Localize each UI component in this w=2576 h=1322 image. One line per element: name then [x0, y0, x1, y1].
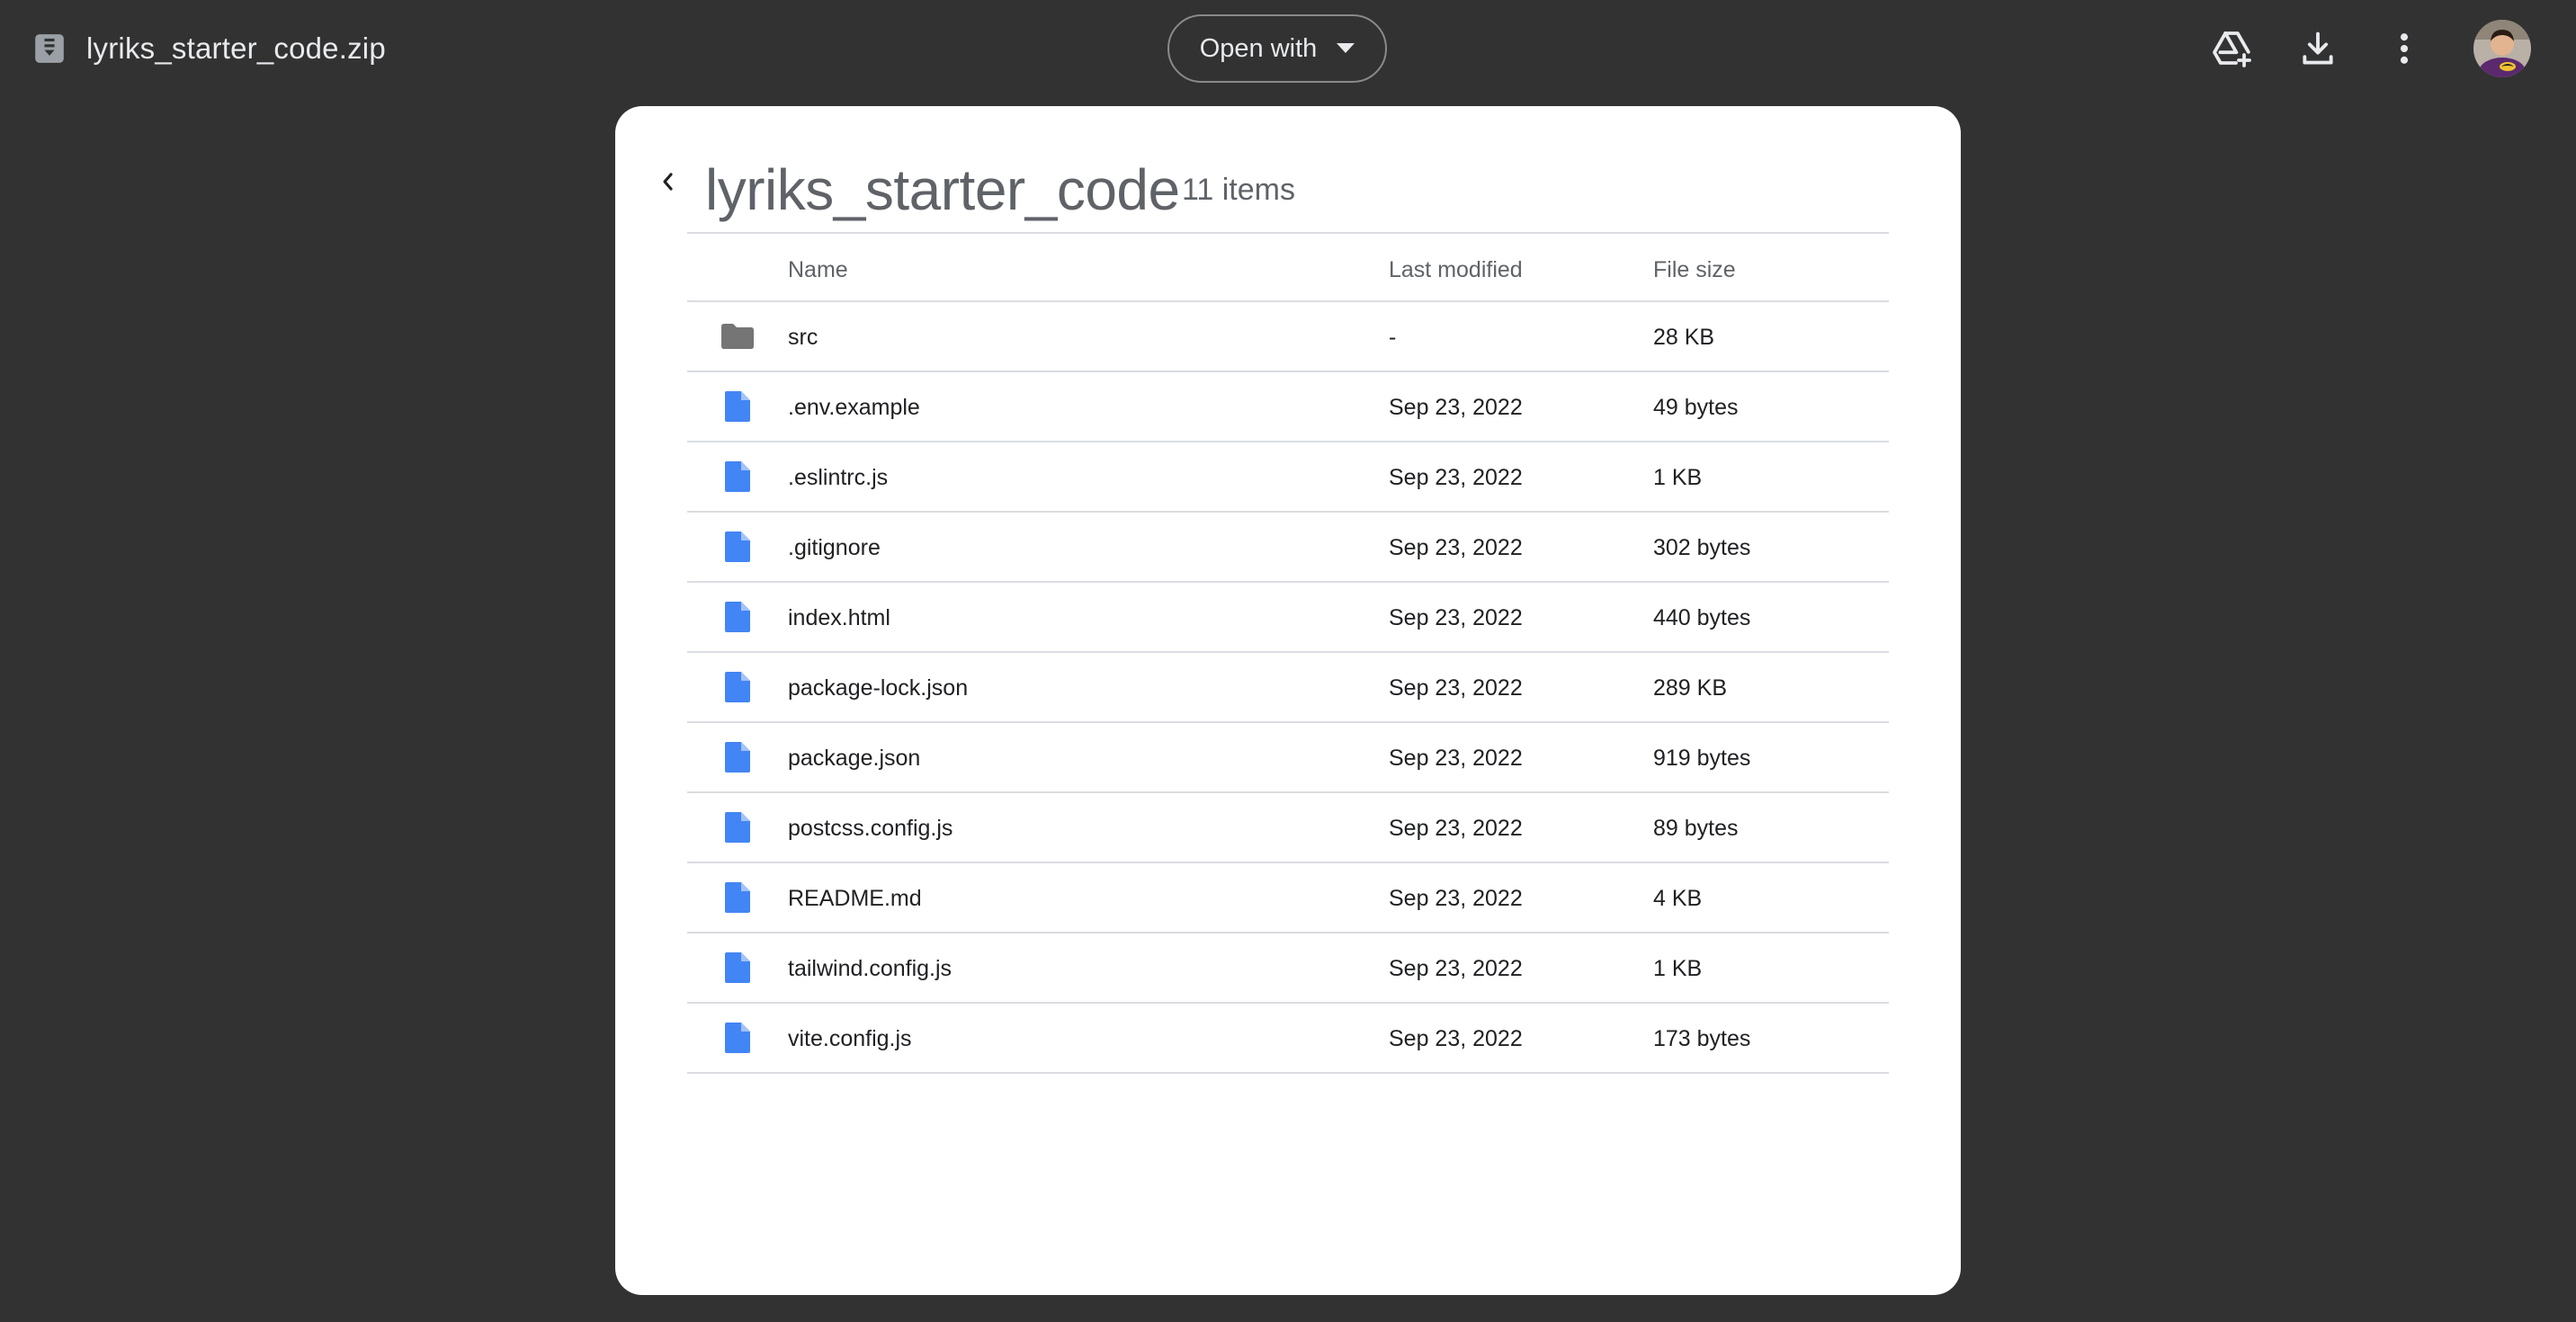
file-icon — [720, 391, 756, 422]
viewer-toolbar: lyriks_starter_code.zip Open with — [0, 0, 2576, 97]
table-row[interactable]: vite.config.js Sep 23, 2022 173 bytes — [687, 1004, 1889, 1074]
item-count: 11 items — [1182, 173, 1295, 207]
row-last-modified: Sep 23, 2022 — [1389, 886, 1523, 911]
row-last-modified: Sep 23, 2022 — [1389, 395, 1523, 420]
table-row[interactable]: src - 28 KB — [687, 302, 1889, 372]
row-last-modified: Sep 23, 2022 — [1389, 675, 1523, 701]
table-row[interactable]: index.html Sep 23, 2022 440 bytes — [687, 583, 1889, 653]
file-icon — [720, 882, 756, 913]
row-file-size: 4 KB — [1653, 886, 1703, 911]
file-icon — [720, 812, 756, 843]
table-header: Name Last modified File size — [687, 232, 1889, 302]
file-title: lyriks_starter_code.zip — [32, 27, 386, 70]
row-name: src — [788, 325, 818, 350]
open-with-label: Open with — [1199, 33, 1318, 63]
open-with-button[interactable]: Open with — [1167, 14, 1387, 83]
row-name: package-lock.json — [788, 675, 969, 701]
account-avatar[interactable] — [2473, 20, 2531, 77]
row-name: .eslintrc.js — [788, 465, 889, 490]
row-name: vite.config.js — [788, 1026, 912, 1051]
row-file-size: 1 KB — [1653, 956, 1703, 981]
table-row[interactable]: .gitignore Sep 23, 2022 302 bytes — [687, 513, 1889, 583]
row-last-modified: Sep 23, 2022 — [1389, 605, 1523, 630]
table-row[interactable]: package-lock.json Sep 23, 2022 289 KB — [687, 653, 1889, 723]
folder-title: lyriks_starter_code — [705, 157, 1180, 222]
file-name: lyriks_starter_code.zip — [86, 31, 386, 65]
back-icon[interactable] — [651, 165, 684, 198]
file-icon — [720, 742, 756, 773]
table-row[interactable]: .env.example Sep 23, 2022 49 bytes — [687, 372, 1889, 442]
row-file-size: 302 bytes — [1653, 535, 1751, 560]
file-table: Name Last modified File size src - 28 KB .e… — [687, 232, 1889, 1074]
row-file-size: 440 bytes — [1653, 605, 1751, 630]
archive-file-icon — [35, 34, 64, 63]
row-file-size: 28 KB — [1653, 325, 1715, 350]
row-last-modified: Sep 23, 2022 — [1389, 465, 1523, 490]
table-row[interactable]: README.md Sep 23, 2022 4 KB — [687, 863, 1889, 933]
table-row[interactable]: postcss.config.js Sep 23, 2022 89 bytes — [687, 793, 1889, 863]
row-last-modified: Sep 23, 2022 — [1389, 816, 1523, 841]
row-name: .gitignore — [788, 535, 881, 560]
file-icon — [720, 1023, 756, 1053]
archive-contents-panel: lyriks_starter_code 11 items Name Last m… — [615, 106, 1961, 1295]
row-name: package.json — [788, 746, 921, 771]
add-to-drive-icon[interactable] — [2208, 25, 2255, 72]
row-name: postcss.config.js — [788, 816, 953, 841]
file-icon — [720, 461, 756, 492]
row-file-size: 919 bytes — [1653, 746, 1751, 771]
caret-down-icon — [1337, 43, 1355, 53]
column-header-file-size[interactable]: File size — [1653, 257, 1736, 283]
row-file-size: 1 KB — [1653, 465, 1703, 490]
row-last-modified: - — [1389, 325, 1397, 350]
file-icon — [720, 602, 756, 632]
row-name: index.html — [788, 605, 890, 630]
folder-icon — [720, 321, 756, 352]
row-file-size: 173 bytes — [1653, 1026, 1751, 1051]
row-last-modified: Sep 23, 2022 — [1389, 746, 1523, 771]
row-name: tailwind.config.js — [788, 956, 953, 981]
row-last-modified: Sep 23, 2022 — [1389, 1026, 1523, 1051]
row-name: .env.example — [788, 395, 920, 420]
download-icon[interactable] — [2294, 25, 2341, 72]
row-last-modified: Sep 23, 2022 — [1389, 535, 1523, 560]
table-body: src - 28 KB .env.example Sep 23, 2022 49 byte… — [687, 302, 1889, 1074]
file-icon — [720, 952, 756, 983]
row-file-size: 89 bytes — [1653, 816, 1739, 841]
table-row[interactable]: package.json Sep 23, 2022 919 bytes — [687, 723, 1889, 793]
column-header-name[interactable]: Name — [788, 257, 848, 283]
row-file-size: 49 bytes — [1653, 395, 1739, 420]
more-options-icon[interactable] — [2381, 25, 2428, 72]
file-icon — [720, 672, 756, 702]
table-row[interactable]: tailwind.config.js Sep 23, 2022 1 KB — [687, 933, 1889, 1004]
row-file-size: 289 KB — [1653, 675, 1728, 701]
row-last-modified: Sep 23, 2022 — [1389, 956, 1523, 981]
table-row[interactable]: .eslintrc.js Sep 23, 2022 1 KB — [687, 442, 1889, 513]
row-name: README.md — [788, 886, 922, 911]
column-header-last-modified[interactable]: Last modified — [1389, 257, 1523, 283]
file-icon — [720, 531, 756, 562]
